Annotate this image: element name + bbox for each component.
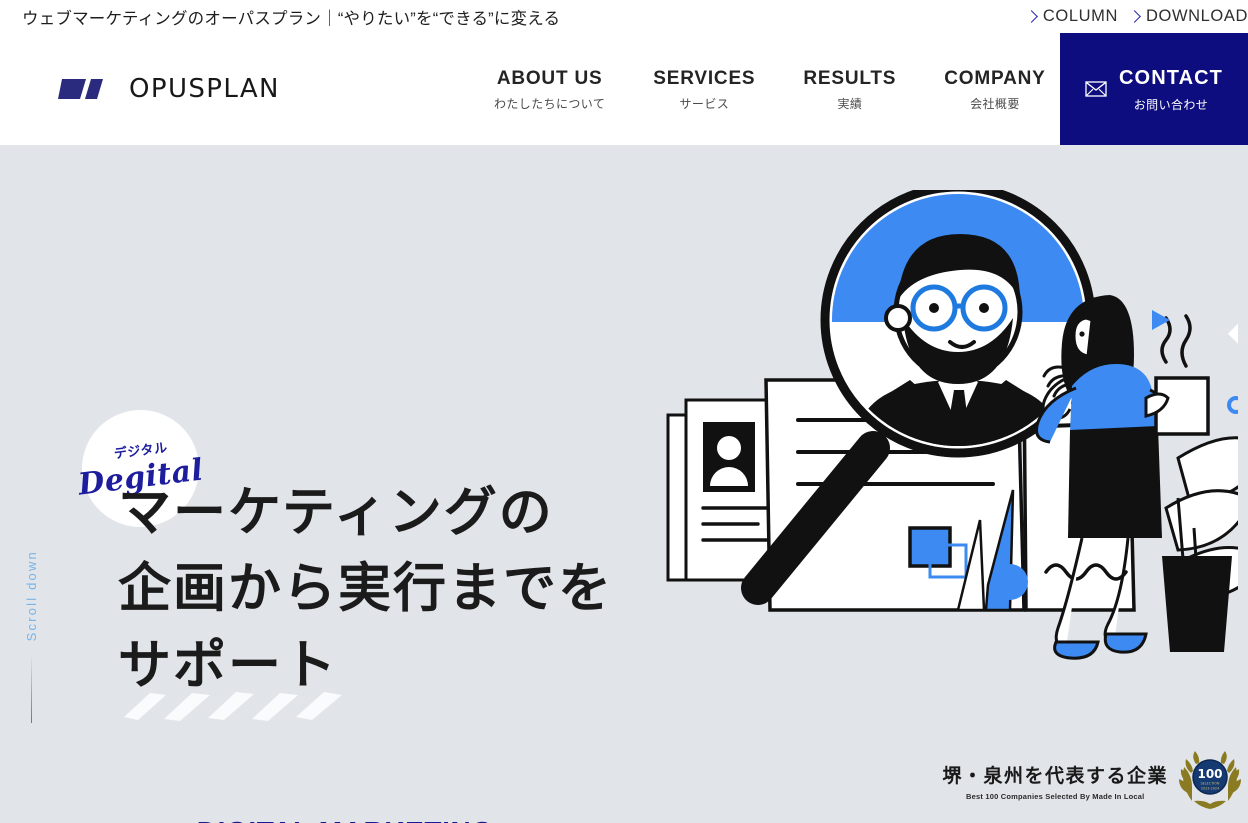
hero-section-title: DIGITAL MARKETING — [197, 816, 494, 823]
scroll-down-indicator[interactable]: Scroll down — [24, 550, 39, 724]
contact-button[interactable]: CONTACT お問い合わせ — [1060, 33, 1248, 145]
top-link-download[interactable]: DOWNLOAD — [1118, 7, 1248, 26]
hero-section-number: 00 — [118, 817, 184, 823]
site-header: OPUSPLAN ABOUT US わたしたちについて SERVICES サービ… — [0, 33, 1248, 145]
top-link-download-label: DOWNLOAD — [1146, 7, 1248, 25]
scroll-down-line — [30, 655, 33, 724]
top-utility-bar: ウェブマーケティングのオーパスプラン｜“やりたい”を“できる”に変える COLU… — [0, 0, 1248, 33]
award-seal-number: 100 — [1197, 767, 1222, 781]
award-badge-en: Best 100 Companies Selected By Made In L… — [966, 792, 1145, 801]
award-seal-years: 2023-2024 — [1201, 787, 1219, 791]
opusplan-mark-icon — [58, 79, 103, 99]
top-link-column[interactable]: COLUMN — [1015, 7, 1118, 26]
hero-section-label: 00 DIGITAL MARKETING planning to executi… — [118, 816, 494, 823]
contact-button-ja: お問い合わせ — [1133, 97, 1209, 112]
nav-item-services[interactable]: SERVICES サービス — [629, 67, 779, 111]
brush-underline-icon — [124, 692, 342, 721]
hero-headline-line-2: 企画から実行までを — [118, 559, 613, 619]
marketing-research-illustration — [666, 190, 1238, 660]
contact-button-en: CONTACT — [1119, 66, 1223, 89]
chevron-right-icon — [1128, 10, 1141, 23]
nav-item-company-ja: 会社概要 — [970, 96, 1020, 111]
top-links: COLUMN DOWNLOAD — [1015, 7, 1248, 26]
award-seal-sub: SELECTION — [1201, 782, 1220, 786]
nav-item-results[interactable]: RESULTS 実績 — [779, 67, 920, 111]
logo-text: OPUSPLAN — [129, 74, 280, 104]
envelope-icon — [1085, 81, 1107, 97]
hero-section: Scroll down デジタル Degital マーケティングの 企画から実行… — [0, 145, 1248, 823]
site-tagline: ウェブマーケティングのオーパスプラン｜“やりたい”を“できる”に変える — [22, 9, 561, 28]
main-navigation: ABOUT US わたしたちについて SERVICES サービス RESULTS… — [470, 33, 1070, 145]
top-link-column-label: COLUMN — [1042, 7, 1119, 25]
nav-item-results-en: RESULTS — [803, 67, 897, 89]
nav-item-about-us-en: ABOUT US — [496, 67, 603, 89]
nav-item-company-en: COMPANY — [944, 67, 1046, 89]
hero-headline: マーケティングの 企画から実行までを サポート — [118, 475, 613, 721]
nav-item-services-ja: サービス — [679, 96, 730, 111]
chevron-right-icon — [1025, 10, 1038, 23]
nav-item-company[interactable]: COMPANY 会社概要 — [920, 67, 1069, 111]
logo[interactable]: OPUSPLAN — [58, 74, 280, 104]
nav-item-results-ja: 実績 — [837, 96, 863, 111]
nav-item-about-us[interactable]: ABOUT US わたしたちについて — [470, 67, 629, 111]
award-badge-ja: 堺・泉州を代表する企業 — [942, 765, 1168, 787]
scroll-down-label: Scroll down — [24, 550, 39, 642]
laurel-wreath-icon: 100 SELECTION 2023-2024 — [1179, 751, 1241, 809]
nav-item-services-en: SERVICES — [653, 67, 756, 89]
hero-headline-line-1: マーケティングの — [118, 483, 554, 542]
award-badge: 堺・泉州を代表する企業 Best 100 Companies Selected … — [942, 751, 1242, 811]
nav-item-about-us-ja: わたしたちについて — [494, 96, 606, 111]
